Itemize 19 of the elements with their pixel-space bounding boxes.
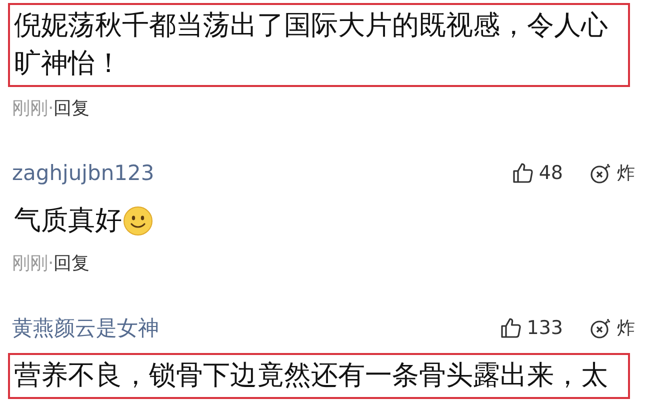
username[interactable]: zaghjujbn123 — [12, 161, 154, 185]
username[interactable]: 黄燕颜云是女神 — [12, 314, 159, 342]
separator-dot: · — [48, 252, 54, 274]
comment-text: 营养不良，锁骨下边竟然还有一条骨头露出来，太 — [14, 359, 608, 393]
bomb-icon[interactable] — [589, 161, 613, 185]
like-count: 133 — [526, 317, 563, 339]
comment-text: 气质真好 — [14, 204, 122, 238]
bomb-label[interactable]: 炸 — [617, 316, 635, 340]
comment-text: 倪妮荡秋千都当荡出了国际大片的既视感，令人心旷神怡！ — [14, 9, 609, 81]
timestamp: 刚刚 — [12, 252, 48, 275]
separator-dot: · — [48, 98, 54, 118]
bomb-icon[interactable] — [589, 316, 613, 340]
bomb-label[interactable]: 炸 — [617, 161, 635, 185]
thumbs-up-icon[interactable] — [498, 316, 523, 340]
like-count: 48 — [538, 162, 563, 184]
timestamp: 刚刚 — [12, 97, 48, 120]
thumbs-up-icon[interactable] — [510, 161, 535, 185]
reply-link[interactable]: 回复 — [54, 251, 90, 275]
reply-link[interactable]: 回复 — [54, 96, 90, 120]
